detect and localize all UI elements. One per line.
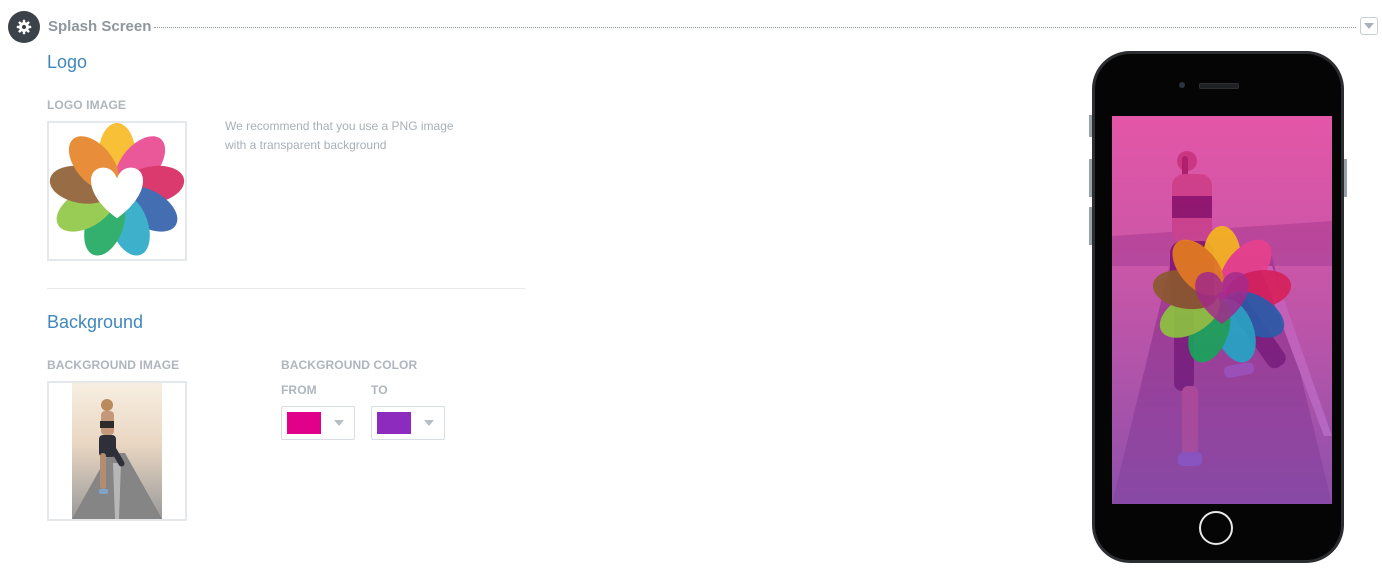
- splash-preview-image: [1112, 116, 1332, 504]
- logo-hint-line-1: We recommend that you use a PNG image: [225, 119, 454, 133]
- logo-image-label: LOGO IMAGE: [47, 98, 126, 112]
- logo-image-upload[interactable]: [47, 121, 187, 261]
- to-color-swatch: [377, 412, 411, 434]
- logo-image: [49, 123, 185, 256]
- logo-hint: We recommend that you use a PNG image wi…: [225, 117, 475, 155]
- from-label: FROM: [281, 383, 317, 397]
- from-color-swatch: [287, 412, 321, 434]
- phone-power-button: [1344, 159, 1347, 197]
- collapse-button[interactable]: [1360, 17, 1378, 35]
- background-image-upload[interactable]: [47, 381, 187, 521]
- section-title: Splash Screen: [48, 18, 152, 35]
- phone-frame: [1092, 51, 1344, 563]
- from-color-picker[interactable]: [281, 406, 355, 440]
- to-label: TO: [371, 383, 388, 397]
- background-color-label: BACKGROUND COLOR: [281, 358, 418, 372]
- phone-camera: [1179, 82, 1185, 88]
- header-divider: [154, 27, 1356, 28]
- splash-preview-screen: [1112, 116, 1332, 504]
- section-divider: [47, 288, 525, 289]
- background-heading: Background: [47, 312, 144, 332]
- background-image: [72, 383, 162, 519]
- logo-hint-line-2: with a transparent background: [225, 138, 387, 152]
- phone-bezel: [1095, 54, 1341, 560]
- background-image-label: BACKGROUND IMAGE: [47, 358, 180, 372]
- chevron-down-icon: [1364, 23, 1374, 29]
- to-color-picker[interactable]: [371, 406, 445, 440]
- gear-icon[interactable]: [8, 11, 40, 43]
- chevron-down-icon: [334, 420, 344, 426]
- phone-preview: [1089, 51, 1347, 563]
- phone-home-button: [1199, 511, 1233, 545]
- phone-speaker: [1199, 83, 1239, 89]
- logo-heading: Logo: [47, 52, 88, 72]
- section-header: Splash Screen: [8, 10, 1378, 44]
- chevron-down-icon: [424, 420, 434, 426]
